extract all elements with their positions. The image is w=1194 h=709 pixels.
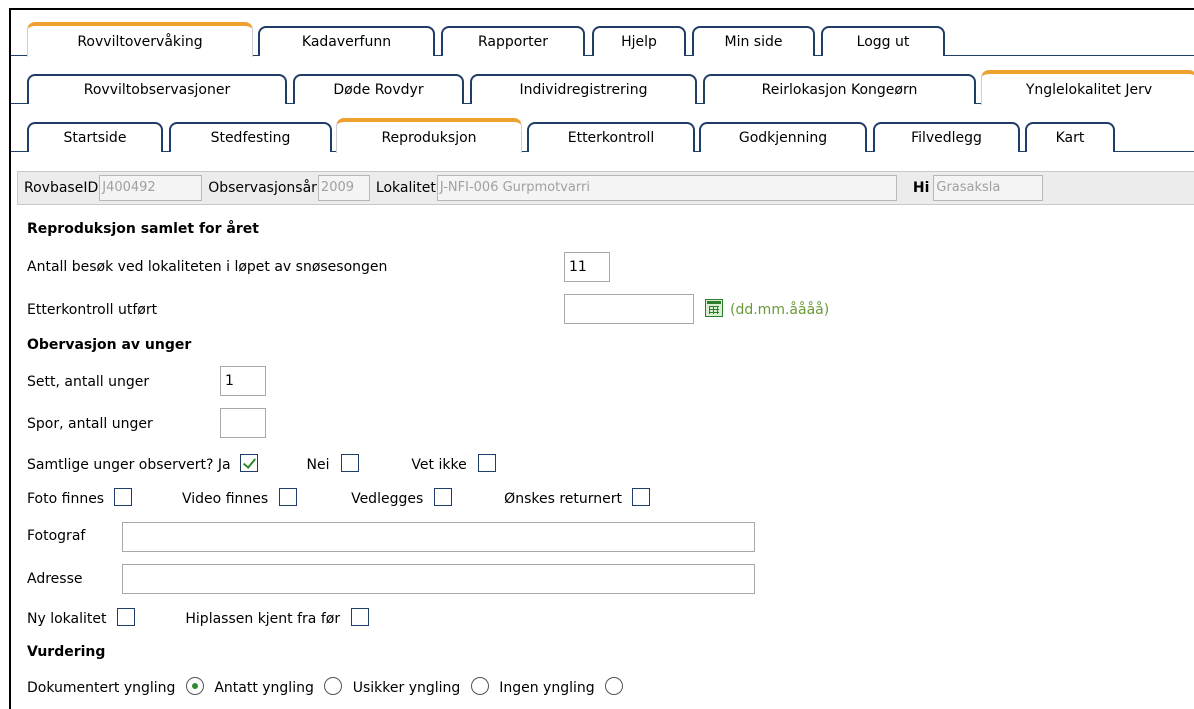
record-info-bar: RovbaseID J400492 Observasjonsår 2009 Lo… bbox=[17, 171, 1194, 205]
vurdering-option-label: Usikker yngling bbox=[352, 680, 461, 696]
samtlige-row: Samtlige unger observert? Ja Nei Vet ikk… bbox=[27, 454, 497, 473]
vurdering-row: Dokumentert yngling Antatt yngling Usikk… bbox=[27, 677, 624, 696]
tab-godkjenning[interactable]: Godkjenning bbox=[699, 122, 867, 152]
vurdering-radio-dokumentert[interactable] bbox=[185, 677, 204, 695]
fotograf-label: Fotograf bbox=[27, 528, 86, 544]
section-vurdering-heading: Vurdering bbox=[27, 644, 106, 660]
main-nav: Rovviltovervåking Kadaverfunn Rapporter … bbox=[11, 16, 1194, 57]
tab-logg-ut[interactable]: Logg ut bbox=[821, 26, 945, 56]
kjent-checkbox[interactable] bbox=[350, 608, 369, 626]
visits-label: Antall besøk ved lokaliteten i løpet av … bbox=[27, 259, 388, 275]
lokalitet-field: J-NFI-006 Gurpmotvarri bbox=[436, 175, 897, 201]
rovbase-id-field: J400492 bbox=[99, 175, 203, 201]
year-label: Observasjonsår bbox=[208, 180, 317, 196]
tab-kart[interactable]: Kart bbox=[1025, 122, 1115, 152]
returnert-label: Ønskes returnert bbox=[504, 491, 622, 507]
module-nav: Rovviltobservasjoner Døde Rovdyr Individ… bbox=[11, 64, 1194, 105]
tab-hjelp[interactable]: Hjelp bbox=[592, 26, 686, 56]
video-label: Video finnes bbox=[182, 491, 269, 507]
media-row: Foto finnes Video finnes Vedlegges Ønske… bbox=[27, 488, 651, 507]
vurdering-radio-ingen[interactable] bbox=[605, 677, 624, 695]
tab-reirlokasjon-kongeorn[interactable]: Reirlokasjon Kongeørn bbox=[703, 74, 976, 104]
vurdering-radio-antatt[interactable] bbox=[324, 677, 343, 695]
video-checkbox[interactable] bbox=[278, 488, 297, 506]
vedlegges-label: Vedlegges bbox=[351, 491, 424, 507]
samtlige-ja-checkbox[interactable] bbox=[240, 454, 259, 472]
tab-etterkontroll[interactable]: Etterkontroll bbox=[527, 122, 695, 152]
lokalitet-flags-row: Ny lokalitet Hiplassen kjent fra før bbox=[27, 608, 369, 627]
ny-lokalitet-label: Ny lokalitet bbox=[27, 611, 107, 627]
tab-stedfesting[interactable]: Stedfesting bbox=[169, 122, 332, 152]
ny-lokalitet-checkbox[interactable] bbox=[116, 608, 135, 626]
hi-field: Grasaksla bbox=[933, 175, 1044, 201]
etterkontroll-date-input[interactable] bbox=[564, 294, 694, 324]
spor-input[interactable] bbox=[220, 408, 266, 438]
foto-label: Foto finnes bbox=[27, 491, 105, 507]
date-format-hint: (dd.mm.åååå) bbox=[730, 302, 830, 318]
hi-label: Hi bbox=[912, 180, 930, 196]
tab-startside[interactable]: Startside bbox=[27, 122, 163, 152]
app-frame: Rovviltovervåking Kadaverfunn Rapporter … bbox=[9, 8, 1194, 709]
foto-checkbox[interactable] bbox=[113, 488, 132, 506]
tab-individregistrering[interactable]: Individregistrering bbox=[470, 74, 697, 104]
nei-checkbox[interactable] bbox=[340, 454, 359, 472]
returnert-checkbox[interactable] bbox=[632, 488, 651, 506]
tab-ynglelokalitet-jerv[interactable]: Ynglelokalitet Jerv bbox=[981, 70, 1194, 105]
lokalitet-label: Lokalitet bbox=[375, 180, 436, 196]
visits-input[interactable]: 11 bbox=[564, 252, 610, 282]
vet-ikke-checkbox[interactable] bbox=[478, 454, 497, 472]
fotograf-input[interactable] bbox=[122, 522, 755, 552]
vedlegges-checkbox[interactable] bbox=[433, 488, 452, 506]
sett-input[interactable]: 1 bbox=[220, 366, 266, 396]
tab-rovviltovervaking[interactable]: Rovviltovervåking bbox=[27, 22, 253, 57]
vet-ikke-label: Vet ikke bbox=[411, 457, 467, 473]
adresse-label: Adresse bbox=[27, 571, 83, 587]
nei-label: Nei bbox=[306, 457, 330, 473]
section-unger-heading: Obervasjon av unger bbox=[27, 337, 192, 353]
tab-min-side[interactable]: Min side bbox=[692, 26, 815, 56]
tab-dode-rovdyr[interactable]: Døde Rovdyr bbox=[293, 74, 464, 104]
etterkontroll-label: Etterkontroll utført bbox=[27, 302, 158, 318]
vurdering-radio-usikker[interactable] bbox=[470, 677, 489, 695]
tab-kadaverfunn[interactable]: Kadaverfunn bbox=[258, 26, 435, 56]
section-reproduksjon-heading: Reproduksjon samlet for året bbox=[27, 221, 259, 237]
calendar-icon[interactable] bbox=[705, 299, 723, 317]
sett-label: Sett, antall unger bbox=[27, 374, 150, 390]
vurdering-option-label: Ingen yngling bbox=[499, 680, 595, 696]
tab-rovviltobservasjoner[interactable]: Rovviltobservasjoner bbox=[27, 74, 287, 104]
vurdering-option-label: Antatt yngling bbox=[214, 680, 314, 696]
sub-nav: Startside Stedfesting Reproduksjon Etter… bbox=[11, 112, 1194, 153]
year-field: 2009 bbox=[317, 175, 370, 201]
tab-rapporter[interactable]: Rapporter bbox=[441, 26, 585, 56]
tab-reproduksjon[interactable]: Reproduksjon bbox=[336, 118, 522, 153]
rovbase-label: RovbaseID bbox=[24, 180, 99, 196]
tab-filvedlegg[interactable]: Filvedlegg bbox=[873, 122, 1020, 152]
vurdering-option-label: Dokumentert yngling bbox=[27, 680, 176, 696]
samtlige-label: Samtlige unger observert? Ja bbox=[27, 457, 231, 473]
adresse-input[interactable] bbox=[122, 564, 755, 594]
spor-label: Spor, antall unger bbox=[27, 416, 153, 432]
kjent-label: Hiplassen kjent fra før bbox=[185, 611, 341, 627]
